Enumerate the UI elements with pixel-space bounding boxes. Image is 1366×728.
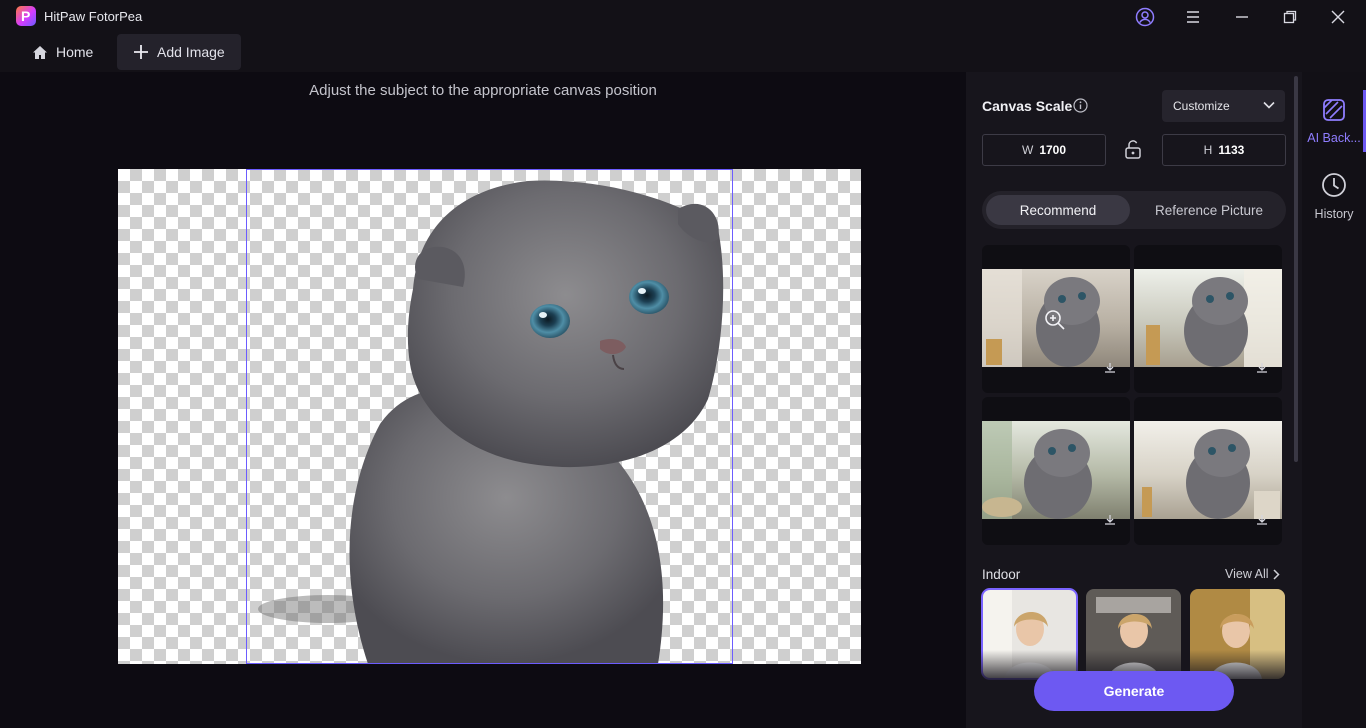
result-image-4 — [1134, 421, 1282, 519]
canvas-hint: Adjust the subject to the appropriate ca… — [309, 82, 657, 99]
restore-icon[interactable] — [1279, 6, 1301, 28]
tool-rail — [1302, 72, 1366, 728]
rail-history-label: History — [1314, 207, 1354, 221]
app-title: HitPaw FotorPea — [44, 9, 143, 24]
canvas-scale-select-value: Customize — [1173, 99, 1230, 113]
result-thumbnail-1[interactable] — [982, 245, 1130, 393]
height-field[interactable]: H 1133 — [1162, 134, 1286, 166]
result-image-2 — [1134, 269, 1282, 367]
tab-home[interactable]: Home — [18, 34, 114, 70]
chevron-right-icon — [1273, 568, 1280, 580]
result-thumbnail-4[interactable] — [1134, 397, 1282, 545]
aspect-lock-icon[interactable] — [1124, 139, 1142, 164]
canvas-scale-label: Canvas Scale — [982, 98, 1073, 114]
width-field[interactable]: W 1700 — [982, 134, 1106, 166]
workspace: Adjust the subject to the appropriate ca… — [0, 72, 966, 728]
tab-home-label: Home — [56, 44, 94, 60]
tab-reference-picture[interactable]: Reference Picture — [1134, 195, 1284, 225]
title-bar: P HitPaw FotorPea — [0, 0, 1366, 34]
tab-bar: Home Add Image — [0, 34, 1366, 72]
home-icon — [33, 45, 47, 59]
result-image-3 — [982, 421, 1130, 519]
app-logo: P — [16, 6, 36, 26]
view-all-link[interactable]: View All — [1225, 567, 1280, 581]
history-icon — [1322, 173, 1346, 197]
zoom-in-icon[interactable] — [1044, 309, 1066, 336]
chevron-down-icon — [1263, 101, 1275, 109]
menu-icon[interactable] — [1182, 6, 1204, 28]
canvas-scale-select[interactable]: Customize — [1162, 90, 1285, 122]
generate-button[interactable]: Generate — [1034, 671, 1234, 711]
ai-background-icon — [1323, 99, 1345, 121]
rail-ai-background[interactable]: AI Back... — [1302, 90, 1366, 152]
account-icon[interactable] — [1134, 6, 1156, 28]
panel-scrollbar[interactable] — [1294, 76, 1298, 462]
subject-bounding-frame[interactable] — [246, 169, 733, 664]
canvas[interactable] — [118, 169, 861, 664]
indoor-category-label: Indoor — [982, 567, 1021, 582]
download-icon[interactable] — [1256, 361, 1268, 379]
download-icon[interactable] — [1104, 513, 1116, 531]
download-icon[interactable] — [1104, 361, 1116, 379]
view-all-label: View All — [1225, 567, 1269, 581]
tab-add-image[interactable]: Add Image — [117, 34, 241, 70]
minimize-icon[interactable] — [1231, 6, 1253, 28]
rail-ai-background-label: AI Back... — [1307, 131, 1361, 145]
tab-recommend[interactable]: Recommend — [986, 195, 1130, 225]
tab-add-image-label: Add Image — [157, 44, 225, 60]
width-prefix: W — [1021, 143, 1034, 157]
rail-history[interactable]: History — [1302, 172, 1366, 221]
download-icon[interactable] — [1256, 513, 1268, 531]
height-prefix: H — [1203, 143, 1213, 157]
height-value: 1133 — [1218, 143, 1245, 157]
plus-icon — [134, 45, 148, 59]
result-thumbnail-3[interactable] — [982, 397, 1130, 545]
width-value: 1700 — [1039, 143, 1067, 157]
result-thumbnail-2[interactable] — [1134, 245, 1282, 393]
info-icon[interactable] — [1073, 98, 1088, 118]
source-segmented-control: Recommend Reference Picture — [982, 191, 1286, 229]
close-icon[interactable] — [1327, 6, 1349, 28]
